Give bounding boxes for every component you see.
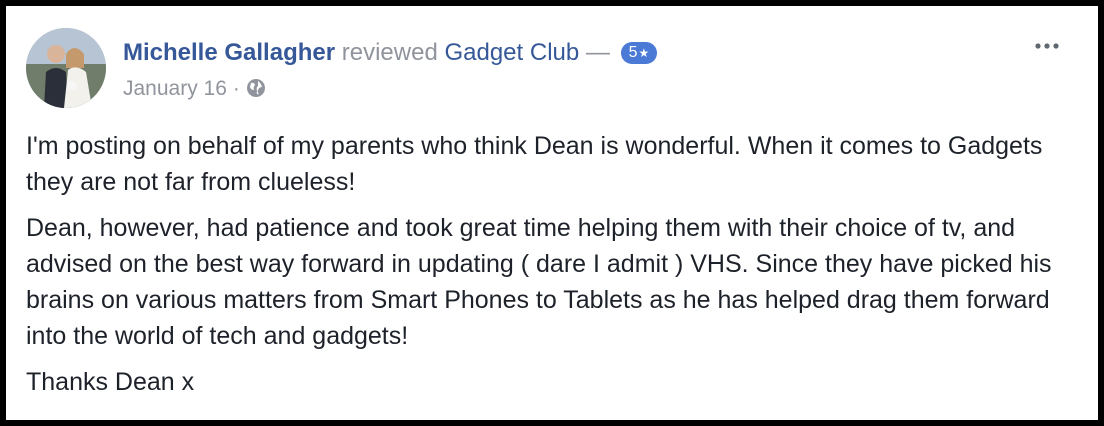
meta-separator: · [232,77,240,100]
review-body: I'm posting on behalf of my parents who … [26,128,1072,410]
star-icon: ★ [638,46,650,60]
review-paragraph: Dean, however, had patience and took gre… [26,214,1052,350]
title-dash: — [585,39,610,66]
rating-value: 5 [628,44,638,61]
more-options-icon[interactable] [1032,36,1062,56]
page-name-link[interactable]: Gadget Club [444,39,579,66]
post-date-link[interactable]: January 16 [123,77,227,100]
post-title-line: Michelle Gallagher reviewed Gadget Club … [123,38,658,68]
avatar[interactable] [26,28,106,108]
review-post-card: Michelle Gallagher reviewed Gadget Club … [0,0,1104,426]
action-verb: reviewed [341,39,438,66]
post-meta: January 16 · [123,76,266,105]
post-header: Michelle Gallagher reviewed Gadget Club … [26,28,1078,112]
globe-icon[interactable] [246,78,266,105]
review-paragraph: I'm posting on behalf of my parents who … [26,132,1043,196]
author-name-link[interactable]: Michelle Gallagher [123,39,335,66]
avatar-photo [26,28,106,108]
review-paragraph: Thanks Dean x [26,368,195,396]
rating-badge: 5★ [620,42,658,64]
